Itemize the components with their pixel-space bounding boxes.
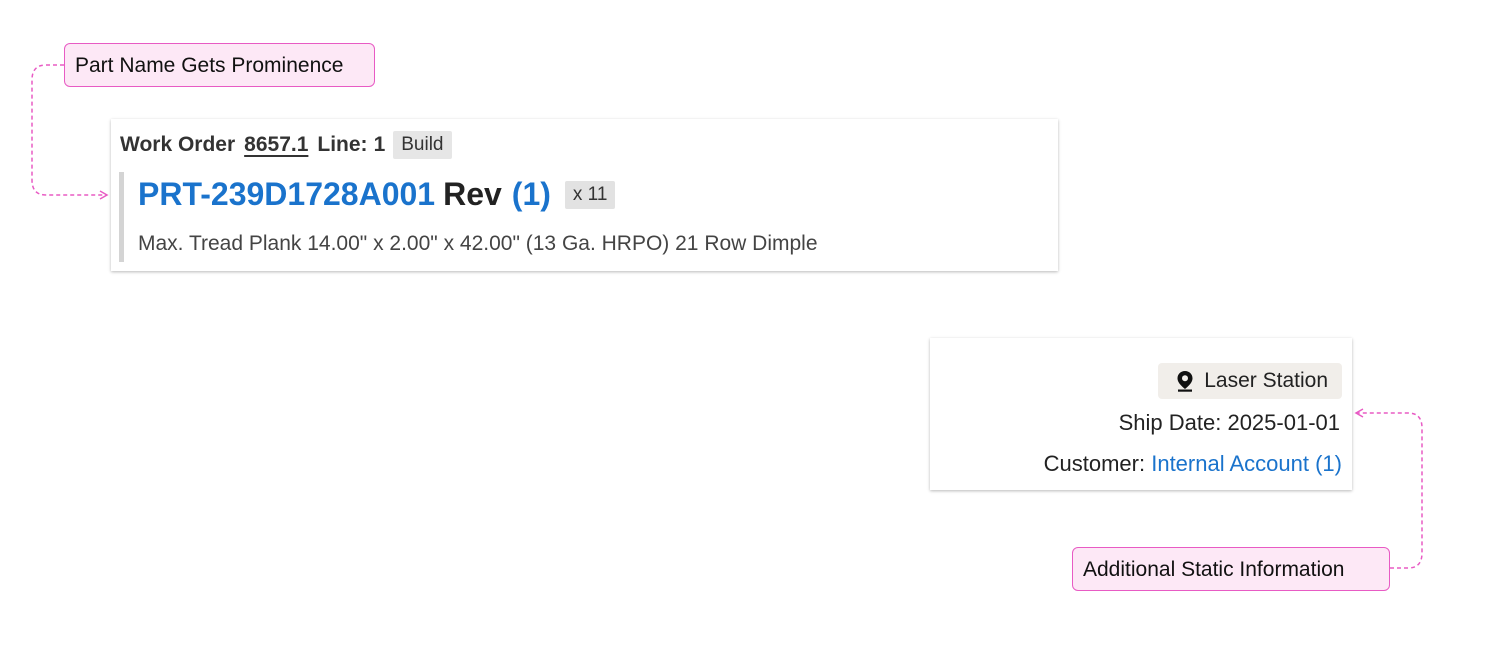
callout-part-name: Part Name Gets Prominence <box>64 43 375 87</box>
customer-link[interactable]: Internal Account (1) <box>1151 451 1342 476</box>
work-order-card: Work Order 8657.1 Line: 1 Build PRT-239D… <box>111 119 1058 271</box>
rev-value-link[interactable]: (1) <box>512 176 551 213</box>
part-block: PRT-239D1728A001 Rev (1) x 11 Max. Tread… <box>119 172 1044 262</box>
customer-label: Customer: <box>1043 451 1146 476</box>
connector-static-info <box>1354 408 1423 569</box>
ship-date-label: Ship Date: <box>1118 410 1222 435</box>
callout-static-info-text: Additional Static Information <box>1083 557 1345 581</box>
ship-date-row: Ship Date: 2025-01-01 <box>1119 410 1340 436</box>
work-order-label: Work Order <box>120 133 236 156</box>
line-value: 1 <box>373 133 386 156</box>
line-label: Line: <box>317 133 368 156</box>
callout-static-info: Additional Static Information <box>1072 547 1390 591</box>
quantity-badge: x 11 <box>564 180 616 209</box>
map-pin-icon <box>1177 371 1193 392</box>
part-number-link[interactable]: PRT-239D1728A001 <box>138 176 435 213</box>
type-tag: Build <box>393 131 452 159</box>
work-order-header: Work Order 8657.1 Line: 1 Build <box>120 131 452 159</box>
part-title-row: PRT-239D1728A001 Rev (1) x 11 <box>138 176 616 213</box>
location-badge: Laser Station <box>1158 363 1342 399</box>
location-label: Laser Station <box>1204 369 1328 392</box>
rev-label: Rev <box>443 176 502 212</box>
callout-part-name-text: Part Name Gets Prominence <box>75 53 344 77</box>
info-card: Laser Station Ship Date: 2025-01-01 Cust… <box>930 338 1352 490</box>
ship-date-value: 2025-01-01 <box>1227 410 1340 435</box>
work-order-number-link[interactable]: 8657.1 <box>244 133 308 157</box>
part-description: Max. Tread Plank 14.00" x 2.00" x 42.00"… <box>138 232 818 255</box>
customer-row: Customer: Internal Account (1) <box>1044 451 1342 477</box>
